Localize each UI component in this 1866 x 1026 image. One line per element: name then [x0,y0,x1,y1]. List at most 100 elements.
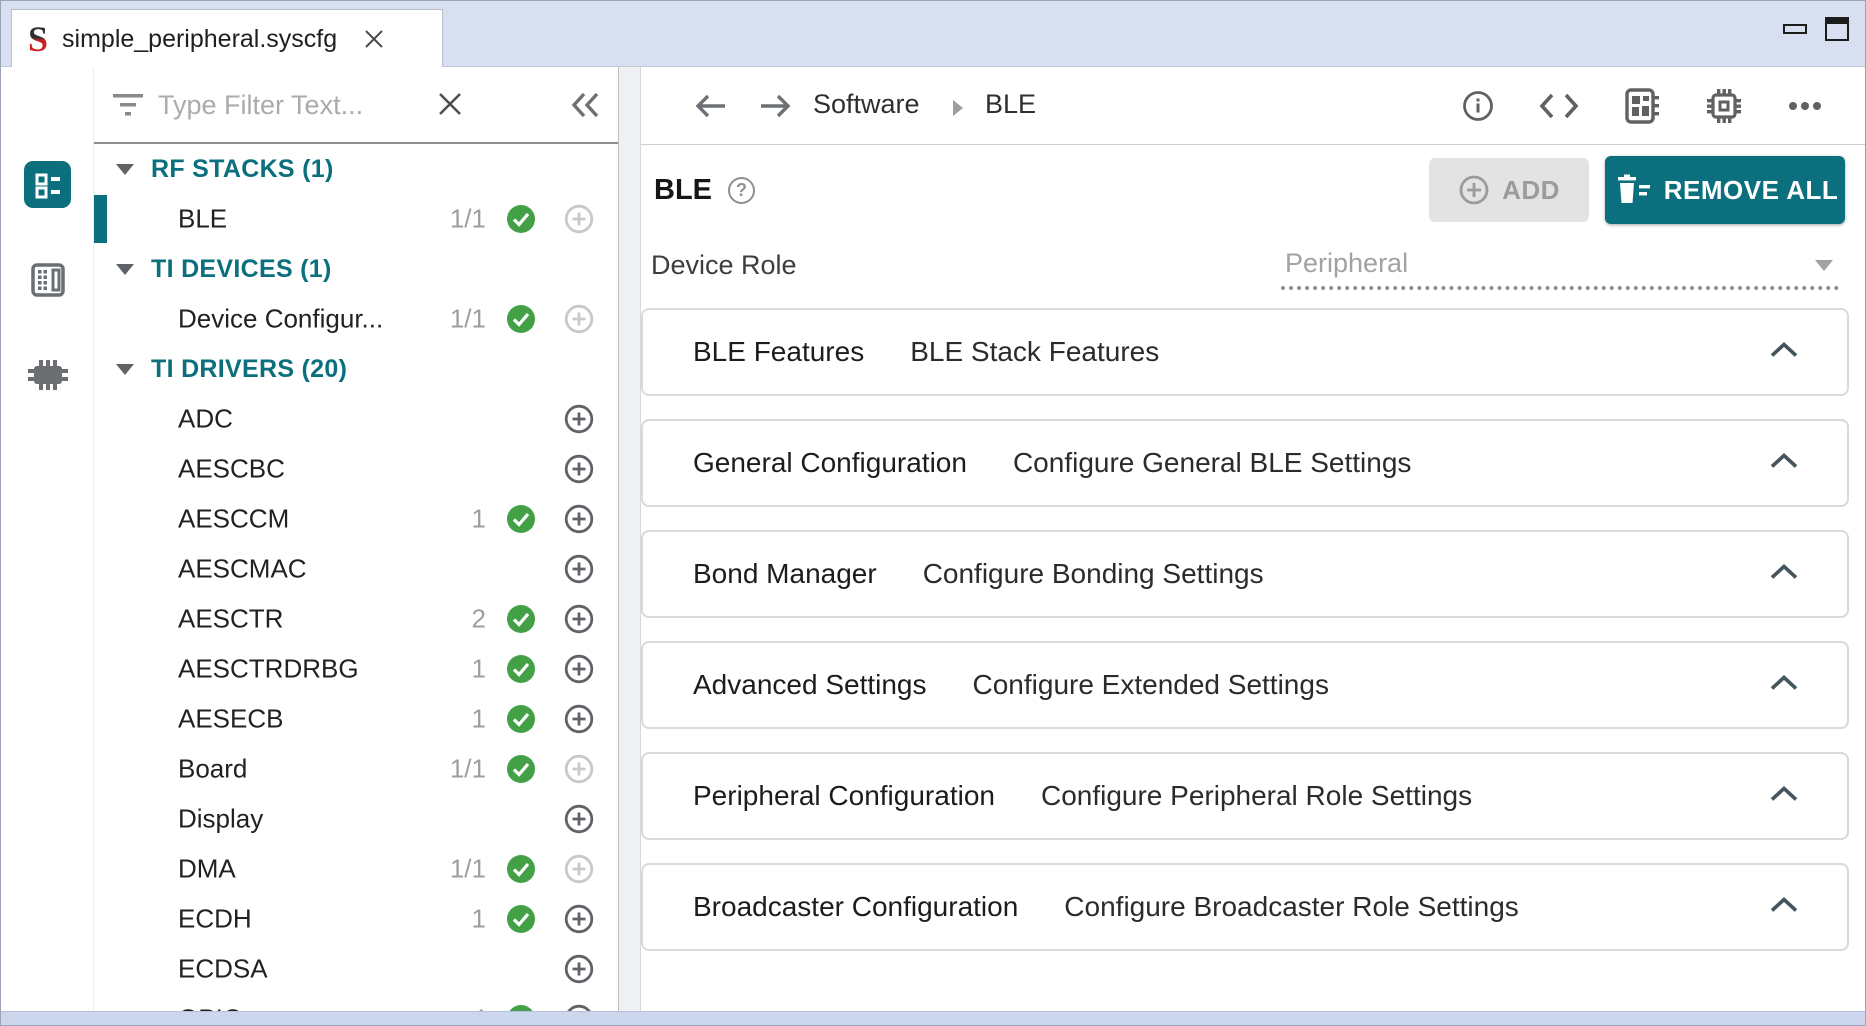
filter-row [94,67,618,143]
add-module-icon[interactable] [564,554,594,591]
remove-all-button[interactable]: REMOVE ALL [1605,156,1845,224]
forward-arrow-icon[interactable] [755,92,793,125]
add-module-icon[interactable] [564,304,594,341]
add-module-icon[interactable] [564,754,594,791]
tree-item[interactable]: AESCTR 2 [94,594,618,644]
breadcrumb-software[interactable]: Software [813,89,920,120]
info-icon[interactable] [1461,89,1495,123]
module-name: ECDH [178,904,252,935]
tree-item[interactable]: BLE 1/1 [94,194,618,244]
device-role-select[interactable]: Peripheral [1281,246,1839,290]
add-module-icon[interactable] [564,954,594,991]
module-name: ADC [178,404,233,435]
collapse-chevron-icon[interactable] [1769,564,1799,585]
add-module-icon[interactable] [564,704,594,741]
add-module-icon[interactable] [564,1004,594,1011]
tree-section-header[interactable]: RF STACKS (1) [94,144,618,194]
config-section-card[interactable]: Bond Manager Configure Bonding Settings [641,530,1849,618]
config-section-card[interactable]: Broadcaster Configuration Configure Broa… [641,863,1849,951]
collapse-chevron-icon[interactable] [1769,675,1799,696]
section-title: Bond Manager [693,558,877,590]
main-panel: Software BLE [641,67,1865,1011]
breadcrumb-ble[interactable]: BLE [985,89,1036,120]
help-icon[interactable]: ? [728,177,755,204]
tree-item[interactable]: GPIO 4 [94,994,618,1011]
module-count: 1/1 [390,854,486,885]
add-module-icon[interactable] [564,504,594,541]
module-name: ECDSA [178,954,268,985]
config-section-card[interactable]: Peripheral Configuration Configure Perip… [641,752,1849,840]
expand-triangle-icon [116,164,134,175]
code-view-icon[interactable] [1539,91,1579,121]
tree-item[interactable]: Board 1/1 [94,744,618,794]
config-section-card[interactable]: BLE Features BLE Stack Features [641,308,1849,396]
app-body: RF STACKS (1) BLE 1/1 TI DEVICES (1) Dev… [1,67,1865,1011]
board-view-icon[interactable] [1623,87,1661,125]
hardware-view-icon[interactable] [24,256,71,303]
tab-title: simple_peripheral.syscfg [62,25,337,54]
device-config-icon[interactable] [1705,87,1743,125]
add-module-icon[interactable] [564,204,594,241]
panel-splitter[interactable] [618,67,641,1011]
tree-item[interactable]: Device Configur... 1/1 [94,294,618,344]
collapse-chevron-icon[interactable] [1769,342,1799,363]
config-content: BLE ? ADD [641,146,1865,1011]
breadcrumb-separator-icon [953,100,963,116]
module-count: 1/1 [390,304,486,335]
software-view-icon[interactable] [24,161,71,208]
add-module-icon[interactable] [564,904,594,941]
module-name: Board [178,754,247,785]
main-toolbar: Software BLE [641,67,1865,145]
filter-input[interactable] [158,83,418,127]
tree-item[interactable]: Display [94,794,618,844]
tab-close-icon[interactable] [361,26,387,52]
sysconfig-logo-icon: S [28,21,48,57]
tree-section-header[interactable]: TI DRIVERS (20) [94,344,618,394]
add-module-icon[interactable] [564,454,594,491]
module-count: 1 [390,704,486,735]
configured-check-icon [506,1004,536,1011]
back-arrow-icon[interactable] [693,92,731,125]
tree-item[interactable]: ADC [94,394,618,444]
window-controls [1783,17,1849,41]
add-module-icon[interactable] [564,654,594,691]
config-section-card[interactable]: Advanced Settings Configure Extended Set… [641,641,1849,729]
tree-item[interactable]: ECDH 1 [94,894,618,944]
config-section-card[interactable]: General Configuration Configure General … [641,419,1849,507]
add-module-icon[interactable] [564,404,594,441]
module-count: 1/1 [390,754,486,785]
tree-item[interactable]: AESCMAC [94,544,618,594]
more-options-icon[interactable] [1787,100,1823,112]
file-tab[interactable]: S simple_peripheral.syscfg [11,9,443,68]
tree-item[interactable]: AESCTRDRBG 1 [94,644,618,694]
tree-item[interactable]: AESCCM 1 [94,494,618,544]
add-button[interactable]: ADD [1429,158,1589,222]
configured-check-icon [506,304,536,341]
configured-check-icon [506,754,536,791]
collapse-chevron-icon[interactable] [1769,897,1799,918]
tree-section-header[interactable]: TI DEVICES (1) [94,244,618,294]
module-count: 1/1 [390,204,486,235]
add-module-icon[interactable] [564,604,594,641]
maximize-icon[interactable] [1825,17,1849,41]
module-count: 1 [390,904,486,935]
collapse-panel-icon[interactable] [568,89,604,126]
section-subtitle: Configure Bonding Settings [923,558,1264,590]
add-module-icon[interactable] [564,854,594,891]
tree-item[interactable]: ECDSA [94,944,618,994]
section-subtitle: Configure Peripheral Role Settings [1041,780,1472,812]
add-module-icon[interactable] [564,804,594,841]
tree-item[interactable]: AESECB 1 [94,694,618,744]
section-title: BLE Features [693,336,864,368]
collapse-chevron-icon[interactable] [1769,453,1799,474]
device-view-icon[interactable] [24,351,71,398]
module-count: 4 [390,1004,486,1012]
tree-item[interactable]: DMA 1/1 [94,844,618,894]
clear-filter-icon[interactable] [435,89,465,124]
config-sections: BLE Features BLE Stack Features General … [641,308,1849,974]
collapse-chevron-icon[interactable] [1769,786,1799,807]
tree-item[interactable]: AESCBC [94,444,618,494]
minimize-icon[interactable] [1783,24,1807,34]
configured-check-icon [506,204,536,241]
expand-triangle-icon [116,364,134,375]
